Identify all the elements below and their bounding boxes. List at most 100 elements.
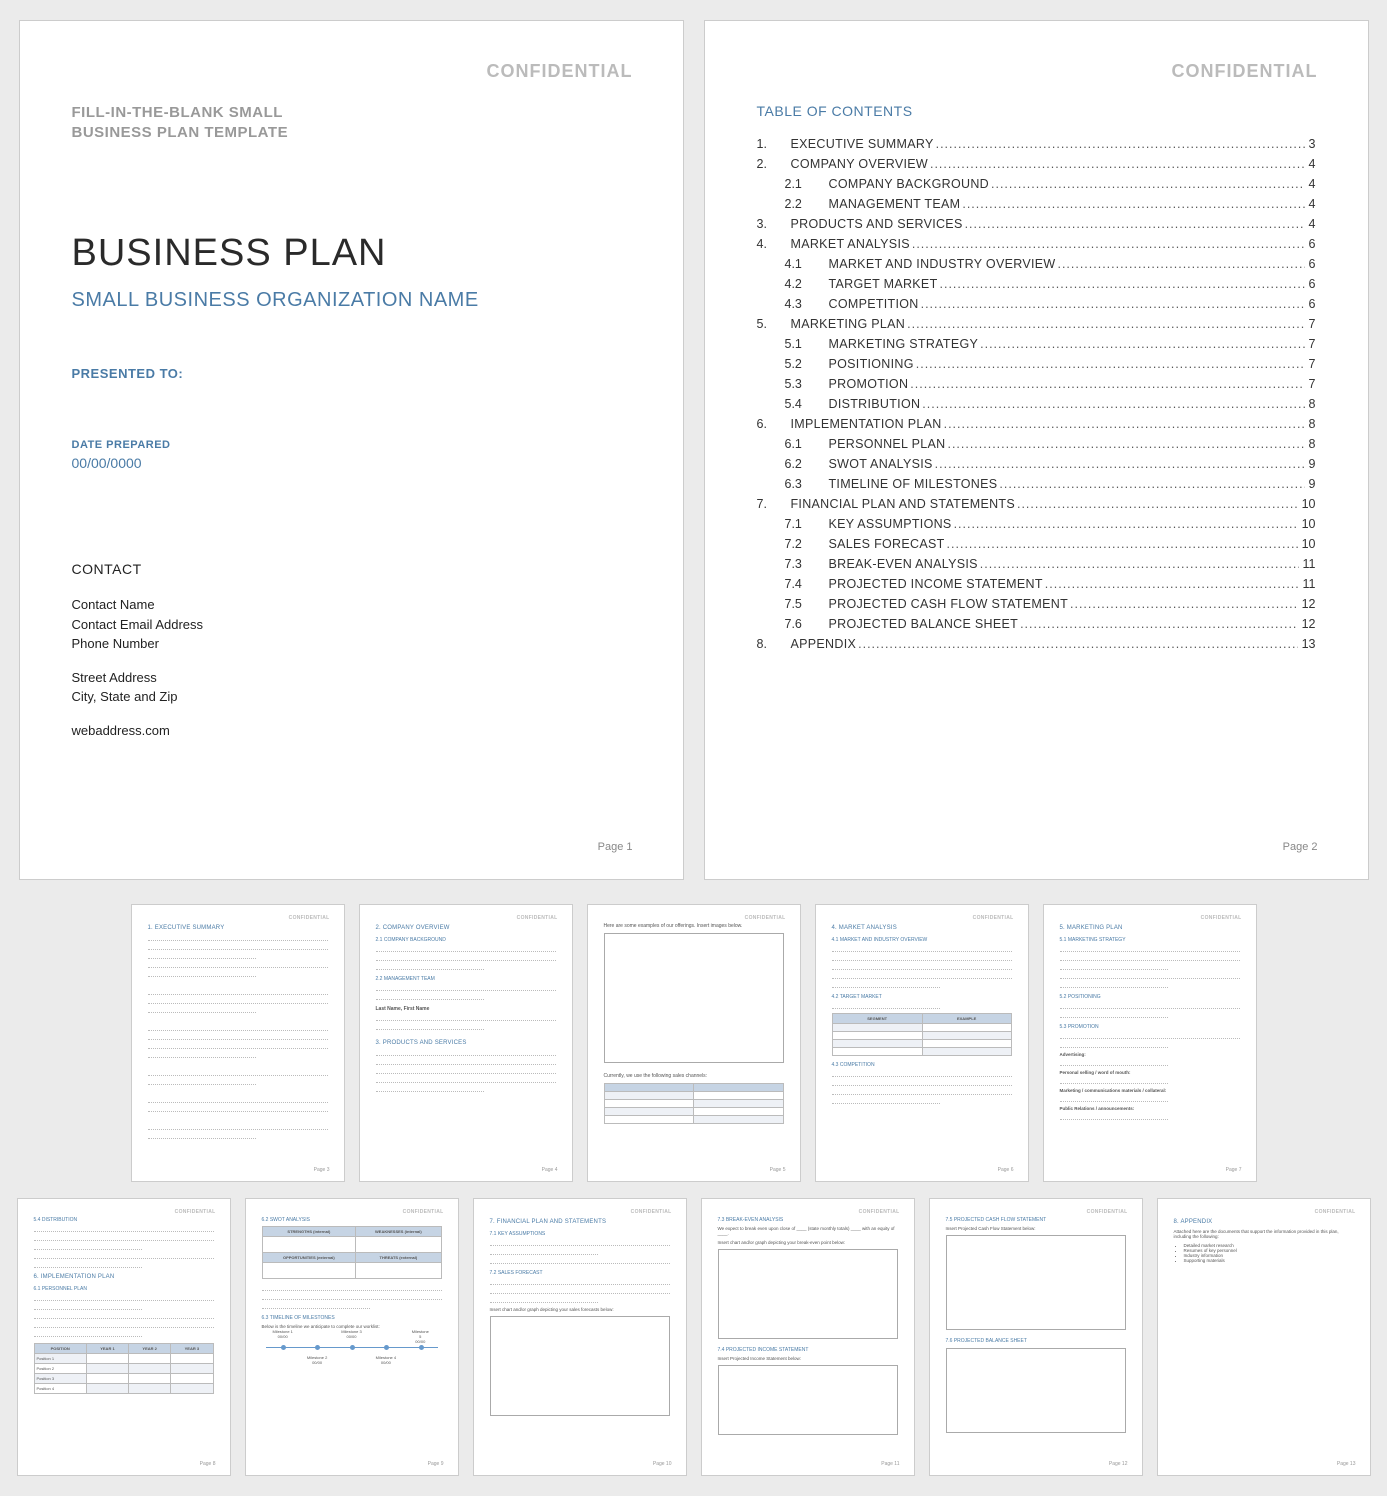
toc-label: MARKET ANALYSIS <box>791 237 912 251</box>
body-text: Here are some examples of our offerings.… <box>604 923 784 929</box>
toc-page-number: 4 <box>1305 157 1316 171</box>
section-title: 3. PRODUCTS AND SERVICES <box>376 1040 556 1046</box>
toc-label: DISTRIBUTION <box>829 397 923 411</box>
toc-leader-dots <box>912 237 1305 251</box>
page-number: Page 2 <box>1283 841 1318 853</box>
toc-leader-dots <box>1070 597 1298 611</box>
toc-label: PRODUCTS AND SERVICES <box>791 217 965 231</box>
name-label: Last Name, First Name <box>376 1006 556 1012</box>
body-text: Insert chart and/or graph depicting your… <box>718 1240 898 1245</box>
subsection-title: 5.3 PROMOTION <box>1060 1024 1240 1030</box>
list-item: Supporting materials <box>1184 1258 1354 1263</box>
contact-email: Contact Email Address <box>72 615 631 635</box>
toc-number: 7.2 <box>785 537 829 551</box>
toc-page-number: 6 <box>1305 277 1316 291</box>
contact-block: Contact Name Contact Email Address Phone… <box>72 595 631 740</box>
subsection-title: 5.1 MARKETING STRATEGY <box>1060 937 1240 943</box>
toc-page-number: 4 <box>1305 177 1316 191</box>
subsection-title: 2.1 COMPANY BACKGROUND <box>376 937 556 943</box>
statement-placeholder <box>946 1235 1126 1330</box>
toc-number: 4.2 <box>785 277 829 291</box>
toc-page-number: 4 <box>1305 197 1316 211</box>
page-number: Page 13 <box>1337 1461 1356 1467</box>
subsection-title: 7.3 BREAK-EVEN ANALYSIS <box>718 1217 898 1223</box>
subsection-title: 7.2 SALES FORECAST <box>490 1270 670 1276</box>
toc-number: 7.4 <box>785 577 829 591</box>
toc-number: 7.5 <box>785 597 829 611</box>
toc-row: 7.6PROJECTED BALANCE SHEET 12 <box>757 617 1316 631</box>
toc-page-number: 11 <box>1299 557 1316 571</box>
toc-row: 3.PRODUCTS AND SERVICES 4 <box>757 217 1316 231</box>
organization-name: SMALL BUSINESS ORGANIZATION NAME <box>72 289 631 312</box>
page-number: Page 11 <box>881 1461 899 1467</box>
toc-leader-dots <box>1020 617 1298 631</box>
section-title: 8. APPENDIX <box>1174 1219 1354 1225</box>
toc-page: CONFIDENTIAL TABLE OF CONTENTS 1.EXECUTI… <box>704 20 1369 880</box>
template-label-line-1: FILL-IN-THE-BLANK SMALL <box>72 103 292 123</box>
cover-page: CONFIDENTIAL FILL-IN-THE-BLANK SMALL BUS… <box>19 20 684 880</box>
toc-row: 6.2SWOT ANALYSIS 9 <box>757 457 1316 471</box>
subsection-title: 5.2 POSITIONING <box>1060 994 1240 1000</box>
section-title: 4. MARKET ANALYSIS <box>832 925 1012 931</box>
body-text: Currently, we use the following sales ch… <box>604 1073 784 1079</box>
toc-page-number: 9 <box>1305 477 1316 491</box>
subsection-title: 4.2 TARGET MARKET <box>832 994 1012 1000</box>
toc-page-number: 10 <box>1298 497 1316 511</box>
page-number: Page 6 <box>998 1167 1014 1173</box>
page-number: Page 4 <box>542 1167 558 1173</box>
toc-label: PROMOTION <box>829 377 911 391</box>
toc-number: 5.4 <box>785 397 829 411</box>
toc-number: 6.1 <box>785 437 829 451</box>
toc-page-number: 12 <box>1298 597 1316 611</box>
confidential-label: CONFIDENTIAL <box>487 61 633 82</box>
page-number: Page 7 <box>1226 1167 1242 1173</box>
toc-row: 2.2MANAGEMENT TEAM 4 <box>757 197 1316 211</box>
toc-leader-dots <box>1017 497 1298 511</box>
toc-number: 2.1 <box>785 177 829 191</box>
toc-row: 5.2POSITIONING 7 <box>757 357 1316 371</box>
template-label-line-2: BUSINESS PLAN TEMPLATE <box>72 123 292 143</box>
page-number: Page 8 <box>200 1461 216 1467</box>
toc-label: PROJECTED BALANCE SHEET <box>829 617 1021 631</box>
toc-number: 4.3 <box>785 297 829 311</box>
toc-label: FINANCIAL PLAN AND STATEMENTS <box>791 497 1017 511</box>
toc-row: 7.FINANCIAL PLAN AND STATEMENTS 10 <box>757 497 1316 511</box>
toc-leader-dots <box>954 517 1298 531</box>
toc-number: 7.1 <box>785 517 829 531</box>
toc-leader-dots <box>999 477 1304 491</box>
subsection-title: 6.3 TIMELINE OF MILESTONES <box>262 1315 442 1321</box>
template-label: FILL-IN-THE-BLANK SMALL BUSINESS PLAN TE… <box>72 103 292 142</box>
page-number: Page 1 <box>598 841 633 853</box>
contact-phone: Phone Number <box>72 634 631 654</box>
image-placeholder <box>604 933 784 1063</box>
thumbnail-row-2: CONFIDENTIAL 5.4 DISTRIBUTION 6. IMPLEME… <box>17 1198 1371 1476</box>
page-number: Page 9 <box>428 1461 444 1467</box>
toc-page-number: 6 <box>1305 257 1316 271</box>
subsection-title: 6.1 PERSONNEL PLAN <box>34 1286 214 1292</box>
thumbnail-page-3: CONFIDENTIAL 1. EXECUTIVE SUMMARY Page 3 <box>131 904 345 1182</box>
toc-page-number: 6 <box>1305 297 1316 311</box>
toc-row: 7.3BREAK-EVEN ANALYSIS 11 <box>757 557 1316 571</box>
statement-placeholder <box>718 1365 898 1435</box>
toc-page-number: 7 <box>1305 357 1316 371</box>
confidential-label: CONFIDENTIAL <box>1172 61 1318 82</box>
section-title: 2. COMPANY OVERVIEW <box>376 925 556 931</box>
toc-label: MARKETING STRATEGY <box>829 337 981 351</box>
personnel-table: POSITION YEAR 1 YEAR 2 YEAR 3 Position 1… <box>34 1343 214 1394</box>
toc-leader-dots <box>936 137 1305 151</box>
toc-label: MANAGEMENT TEAM <box>829 197 963 211</box>
toc-number: 6. <box>757 417 791 431</box>
thumbnail-page-9: CONFIDENTIAL 6.2 SWOT ANALYSIS STRENGTHS… <box>245 1198 459 1476</box>
toc-row: 4.3COMPETITION 6 <box>757 297 1316 311</box>
target-market-table: SEGMENTEXAMPLE <box>832 1013 1012 1056</box>
toc-row: 2.COMPANY OVERVIEW 4 <box>757 157 1316 171</box>
toc-page-number: 7 <box>1305 377 1316 391</box>
toc-label: PERSONNEL PLAN <box>829 437 948 451</box>
toc-number: 2. <box>757 157 791 171</box>
confidential-label: CONFIDENTIAL <box>289 915 330 921</box>
toc-row: 2.1COMPANY BACKGROUND 4 <box>757 177 1316 191</box>
toc-leader-dots <box>965 217 1305 231</box>
date-prepared-label: DATE PREPARED <box>72 439 631 451</box>
contact-city: City, State and Zip <box>72 687 631 707</box>
thumbnail-strip: CONFIDENTIAL 1. EXECUTIVE SUMMARY Page 3… <box>14 904 1373 1476</box>
